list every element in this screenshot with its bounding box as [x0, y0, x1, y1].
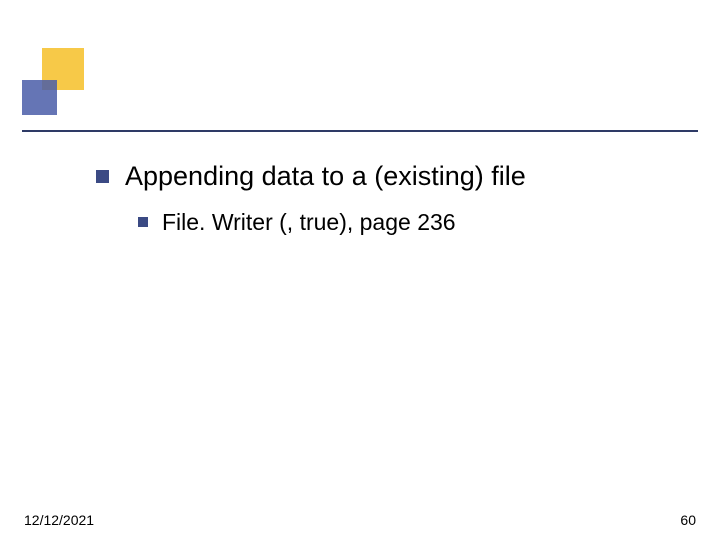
footer-date: 12/12/2021	[24, 512, 94, 528]
decorative-square-blue	[22, 80, 57, 115]
bullet-level2-text: File. Writer (, true), page 236	[162, 208, 456, 237]
bullet-level2: File. Writer (, true), page 236	[138, 208, 680, 237]
bullet-level1-text: Appending data to a (existing) file	[125, 160, 526, 194]
slide-footer: 12/12/2021 60	[24, 512, 696, 528]
bullet-level1: Appending data to a (existing) file	[96, 160, 680, 194]
slide-content: Appending data to a (existing) file File…	[96, 160, 680, 237]
square-bullet-icon	[96, 170, 109, 183]
square-bullet-icon	[138, 217, 148, 227]
header-graphic	[22, 48, 142, 130]
header-rule	[22, 130, 698, 132]
footer-page-number: 60	[680, 512, 696, 528]
